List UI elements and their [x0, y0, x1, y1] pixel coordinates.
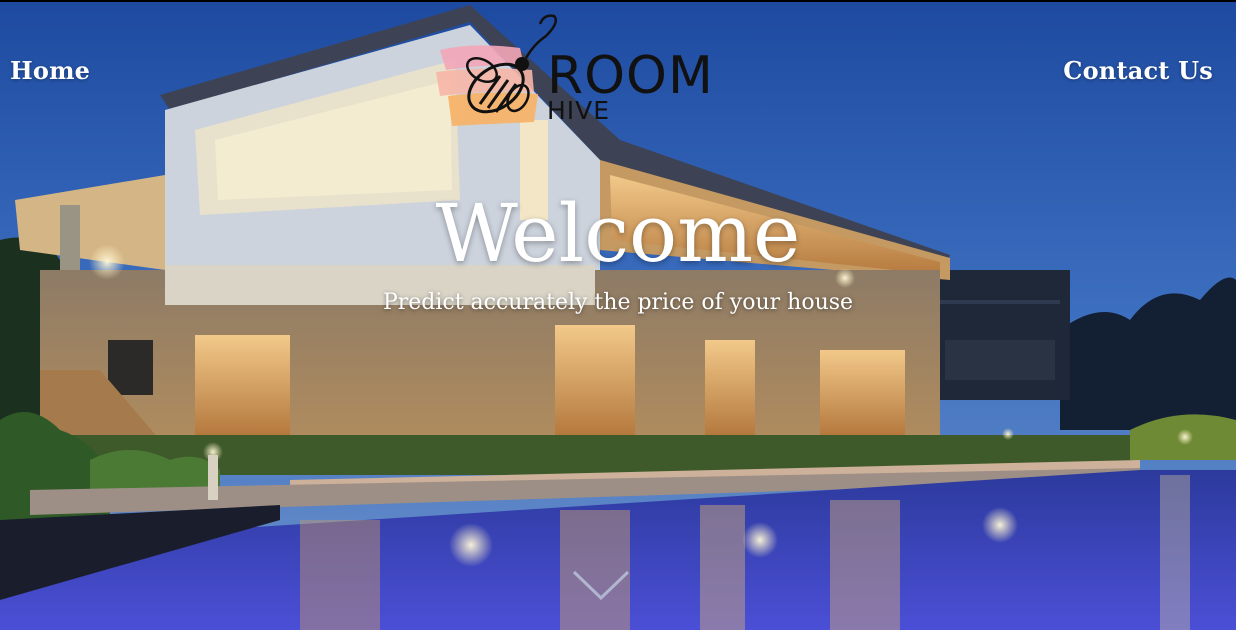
- chevron-down-icon: [572, 570, 630, 601]
- logo-word-hive: HIVE: [547, 96, 611, 125]
- scroll-down-button[interactable]: [570, 566, 632, 606]
- hero-title: Welcome: [435, 187, 801, 280]
- nav-home-link[interactable]: Home: [10, 56, 90, 85]
- top-border: [0, 0, 1236, 2]
- nav-contact-link[interactable]: Contact Us: [1063, 56, 1213, 85]
- logo[interactable]: ROOM HIVE: [434, 14, 724, 132]
- hero-subtitle: Predict accurately the price of your hou…: [382, 290, 854, 315]
